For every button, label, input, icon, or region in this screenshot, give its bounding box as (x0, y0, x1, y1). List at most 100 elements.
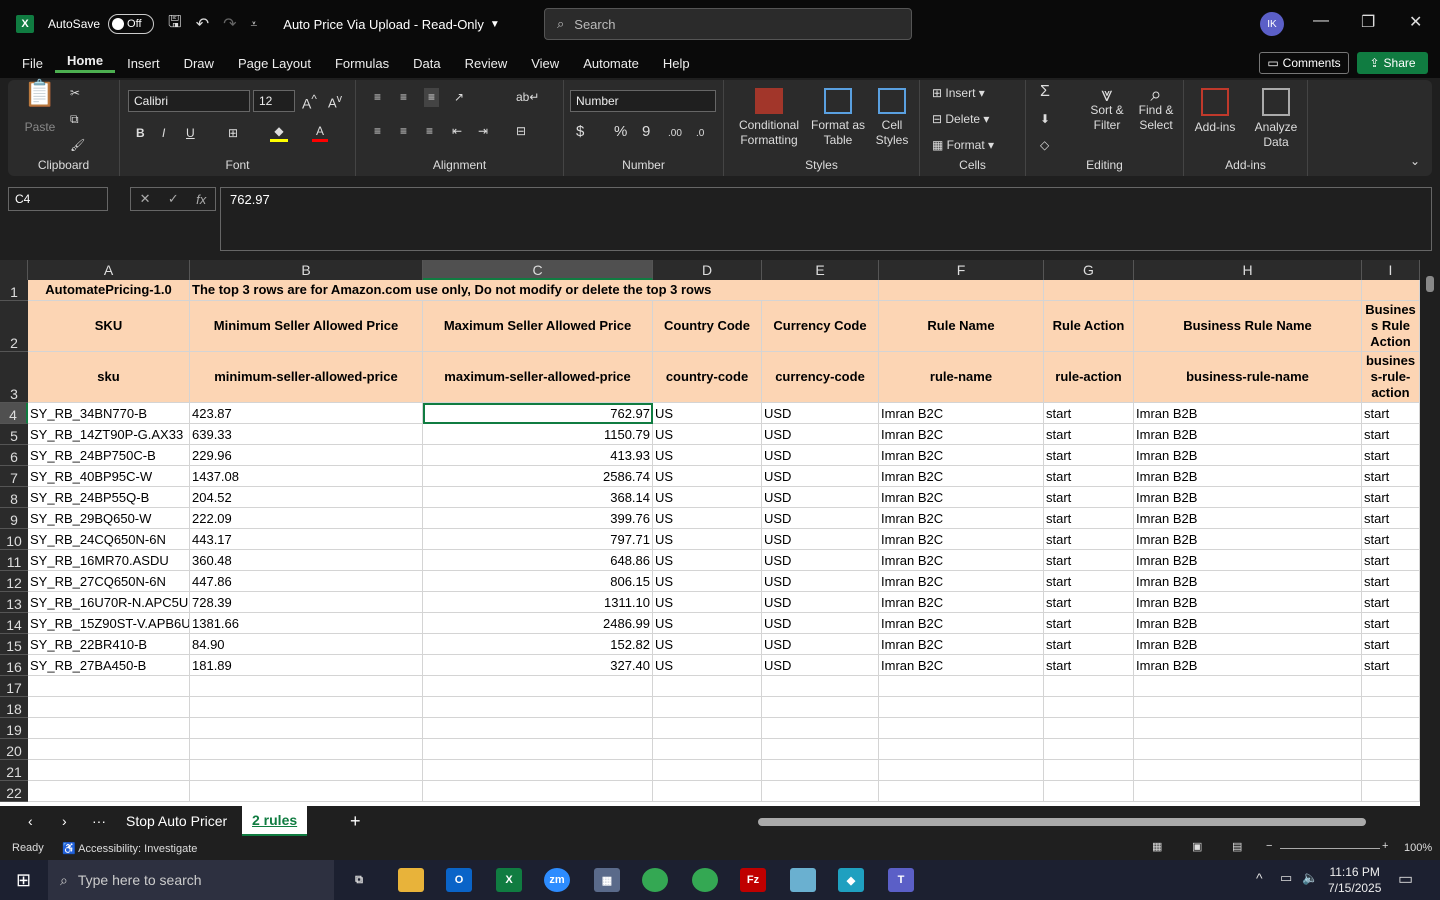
data-cell[interactable]: USD (762, 550, 879, 571)
menu-review[interactable]: Review (453, 56, 520, 71)
row-header[interactable]: 11 (0, 550, 28, 571)
data-cell[interactable]: 181.89 (190, 655, 423, 676)
data-cell[interactable]: start (1362, 613, 1420, 634)
clear-icon[interactable]: ◇ (1040, 138, 1049, 153)
cancel-icon[interactable]: ✕ (140, 191, 151, 207)
data-cell[interactable]: 1311.10 (423, 592, 653, 613)
italic-icon[interactable]: I (162, 126, 165, 141)
data-cell[interactable]: Imran B2B (1134, 571, 1362, 592)
data-cell[interactable]: start (1044, 487, 1134, 508)
insert-cells-button[interactable]: ⊞ Insert ▾ (932, 86, 985, 101)
cell-header-blank[interactable] (1134, 280, 1362, 301)
row-header[interactable]: 20 (0, 739, 28, 760)
empty-cell[interactable] (28, 739, 190, 760)
data-cell[interactable]: start (1362, 592, 1420, 613)
merge-center-icon[interactable]: ⊟ (516, 124, 526, 139)
empty-cell[interactable] (879, 718, 1044, 739)
comma-icon[interactable]: 9 (642, 124, 650, 139)
empty-cell[interactable] (762, 718, 879, 739)
add-sheet-icon[interactable]: + (340, 806, 371, 836)
data-cell[interactable]: start (1362, 466, 1420, 487)
header-cell[interactable]: Rule Name (879, 301, 1044, 352)
row-header[interactable]: 14 (0, 613, 28, 634)
empty-cell[interactable] (1134, 760, 1362, 781)
vertical-scrollbar[interactable] (1420, 260, 1440, 806)
select-all-corner[interactable] (0, 260, 28, 280)
row-header[interactable]: 5 (0, 424, 28, 445)
data-cell[interactable]: 413.93 (423, 445, 653, 466)
calculator-icon[interactable]: ▦ (594, 868, 620, 892)
row-header[interactable]: 12 (0, 571, 28, 592)
data-cell[interactable]: start (1362, 403, 1420, 424)
empty-cell[interactable] (1044, 781, 1134, 802)
empty-cell[interactable] (28, 781, 190, 802)
empty-cell[interactable] (423, 697, 653, 718)
row-header[interactable]: 4 (0, 403, 28, 424)
menu-automate[interactable]: Automate (571, 56, 651, 71)
empty-cell[interactable] (190, 697, 423, 718)
data-cell[interactable]: 762.97 (423, 403, 653, 424)
data-cell[interactable]: 728.39 (190, 592, 423, 613)
font-color-icon[interactable]: A (312, 124, 328, 142)
prev-sheet-icon[interactable]: ‹ (18, 806, 43, 836)
data-cell[interactable]: start (1044, 529, 1134, 550)
task-view-icon[interactable]: ⧉ (346, 868, 372, 892)
data-cell[interactable]: Imran B2C (879, 571, 1044, 592)
data-cell[interactable]: Imran B2C (879, 466, 1044, 487)
cell-a1[interactable]: AutomatePricing-1.0 (28, 280, 190, 301)
clock[interactable]: 11:16 PM 7/15/2025 (1328, 864, 1381, 896)
empty-cell[interactable] (653, 760, 762, 781)
data-cell[interactable]: start (1362, 445, 1420, 466)
comments-button[interactable]: ▭ Comments (1259, 52, 1349, 74)
ribbon-collapse-icon[interactable]: ⌄ (1410, 154, 1420, 169)
tab-stop-auto-pricer[interactable]: Stop Auto Pricer (116, 806, 237, 836)
row-header[interactable]: 8 (0, 487, 28, 508)
empty-cell[interactable] (423, 760, 653, 781)
data-cell[interactable]: SY_RB_40BP95C-W (28, 466, 190, 487)
middle-align-icon[interactable]: ≡ (400, 90, 407, 105)
column-header-f[interactable]: F (879, 260, 1044, 280)
menu-draw[interactable]: Draw (172, 56, 226, 71)
data-cell[interactable]: Imran B2B (1134, 508, 1362, 529)
menu-home[interactable]: Home (54, 53, 116, 73)
horizontal-scrollbar[interactable] (758, 818, 1366, 826)
zoom-slider[interactable] (1280, 848, 1380, 849)
data-cell[interactable]: start (1362, 571, 1420, 592)
enter-icon[interactable]: ✓ (168, 191, 179, 207)
analyze-data-button[interactable]: Analyze Data (1250, 88, 1302, 150)
increase-decimal-icon[interactable]: .00 (668, 126, 682, 141)
row-header[interactable]: 10 (0, 529, 28, 550)
bold-icon[interactable]: B (136, 126, 145, 141)
data-cell[interactable]: USD (762, 487, 879, 508)
data-cell[interactable]: Imran B2B (1134, 529, 1362, 550)
empty-cell[interactable] (423, 739, 653, 760)
empty-cell[interactable] (879, 781, 1044, 802)
data-cell[interactable]: 797.71 (423, 529, 653, 550)
data-cell[interactable]: Imran B2B (1134, 634, 1362, 655)
data-cell[interactable]: USD (762, 571, 879, 592)
app-icon[interactable] (790, 868, 816, 892)
close-icon[interactable]: ✕ (1409, 12, 1422, 32)
data-cell[interactable]: start (1044, 571, 1134, 592)
outlook-icon[interactable]: O (446, 868, 472, 892)
more-sheets-icon[interactable]: ··· (82, 806, 116, 836)
conditional-formatting-button[interactable]: Conditional Formatting (734, 88, 804, 148)
autosave-toggle[interactable]: Off (108, 14, 155, 34)
data-cell[interactable]: SY_RB_22BR410-B (28, 634, 190, 655)
increase-font-icon[interactable]: A^ (302, 92, 317, 112)
data-cell[interactable]: Imran B2C (879, 508, 1044, 529)
cell-header-blank[interactable] (1362, 280, 1420, 301)
data-cell[interactable]: SY_RB_16U70R-N.APC5U (28, 592, 190, 613)
data-cell[interactable]: 360.48 (190, 550, 423, 571)
formula-input[interactable]: 762.97 (220, 187, 1432, 251)
column-header-d[interactable]: D (653, 260, 762, 280)
empty-cell[interactable] (190, 739, 423, 760)
data-cell[interactable]: Imran B2B (1134, 655, 1362, 676)
paste-icon[interactable]: 📋 (22, 80, 58, 106)
data-cell[interactable]: 443.17 (190, 529, 423, 550)
empty-cell[interactable] (653, 739, 762, 760)
data-cell[interactable]: US (653, 571, 762, 592)
empty-cell[interactable] (879, 676, 1044, 697)
row-header[interactable]: 9 (0, 508, 28, 529)
underline-icon[interactable]: U (186, 126, 195, 141)
